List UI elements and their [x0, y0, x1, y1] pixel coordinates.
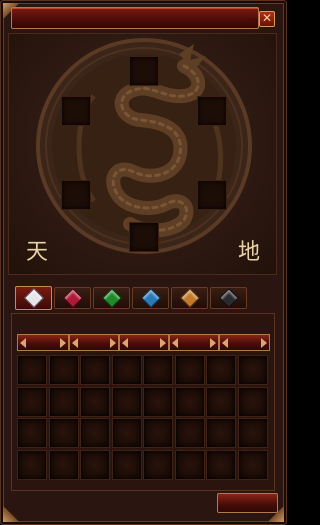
inventory-slot[interactable] — [112, 355, 142, 385]
inventory-slot[interactable] — [17, 418, 47, 448]
inventory-slot[interactable] — [112, 418, 142, 448]
altar-slot-bottom[interactable] — [129, 222, 159, 252]
inventory-slot[interactable] — [206, 355, 236, 385]
inventory-slot[interactable] — [80, 450, 110, 480]
inventory-slot[interactable] — [143, 387, 173, 417]
category-header-3[interactable] — [119, 334, 169, 351]
inventory-slot[interactable] — [80, 418, 110, 448]
altar-slot-lower-right[interactable] — [197, 180, 227, 210]
altar-slot-lower-left[interactable] — [61, 180, 91, 210]
inventory-slot[interactable] — [112, 450, 142, 480]
inventory-slot[interactable] — [206, 450, 236, 480]
inventory-slot[interactable] — [17, 355, 47, 385]
category-header-5[interactable] — [219, 334, 270, 351]
inventory-slot[interactable] — [49, 387, 79, 417]
orange-gem-icon — [179, 288, 200, 308]
title-bar[interactable] — [11, 7, 259, 29]
inventory-slot[interactable] — [175, 418, 205, 448]
inventory-slot[interactable] — [49, 355, 79, 385]
inventory-slot[interactable] — [143, 418, 173, 448]
tab-gem-white[interactable] — [15, 286, 52, 310]
altar-slot-top[interactable] — [129, 56, 159, 86]
inventory-slot[interactable] — [206, 387, 236, 417]
action-button[interactable] — [217, 493, 278, 513]
category-header-1[interactable] — [17, 334, 69, 351]
inventory-slot[interactable] — [175, 387, 205, 417]
green-gem-icon — [101, 288, 122, 308]
close-button[interactable]: ✕ — [259, 11, 275, 27]
black-gem-icon — [218, 288, 239, 308]
altar-slot-upper-left[interactable] — [61, 96, 91, 126]
inventory-slot[interactable] — [80, 387, 110, 417]
inventory-slot[interactable] — [238, 355, 268, 385]
corner-ornament — [3, 504, 21, 522]
inventory-slot[interactable] — [112, 387, 142, 417]
inventory-slot[interactable] — [143, 450, 173, 480]
heaven-character: 天 — [26, 240, 49, 265]
inventory-slot[interactable] — [17, 387, 47, 417]
tab-gem-green[interactable] — [93, 287, 130, 309]
inventory-slot[interactable] — [175, 355, 205, 385]
inventory-slot[interactable] — [143, 355, 173, 385]
inventory-slot[interactable] — [17, 450, 47, 480]
tab-gem-black[interactable] — [210, 287, 247, 309]
inventory-slot[interactable] — [238, 450, 268, 480]
category-header-2[interactable] — [69, 334, 119, 351]
red-gem-icon — [62, 288, 83, 308]
inventory-slot[interactable] — [49, 418, 79, 448]
altar-slot-upper-right[interactable] — [197, 96, 227, 126]
white-gem-icon — [23, 288, 44, 308]
inventory-slot[interactable] — [206, 418, 236, 448]
inventory-slot[interactable] — [80, 355, 110, 385]
inventory-panel — [11, 313, 275, 491]
tab-gem-orange[interactable] — [171, 287, 208, 309]
blue-gem-icon — [140, 288, 161, 308]
inventory-slot[interactable] — [49, 450, 79, 480]
gem-tab-bar — [11, 286, 251, 311]
gem-altar-window: ✕ 天 地 — [0, 0, 287, 525]
tab-gem-blue[interactable] — [132, 287, 169, 309]
category-header-4[interactable] — [169, 334, 219, 351]
inventory-slot[interactable] — [238, 387, 268, 417]
inventory-slot[interactable] — [238, 418, 268, 448]
earth-character: 地 — [238, 240, 261, 265]
altar-area: 天 地 — [8, 33, 277, 275]
inventory-slot[interactable] — [175, 450, 205, 480]
tab-gem-red[interactable] — [54, 287, 91, 309]
